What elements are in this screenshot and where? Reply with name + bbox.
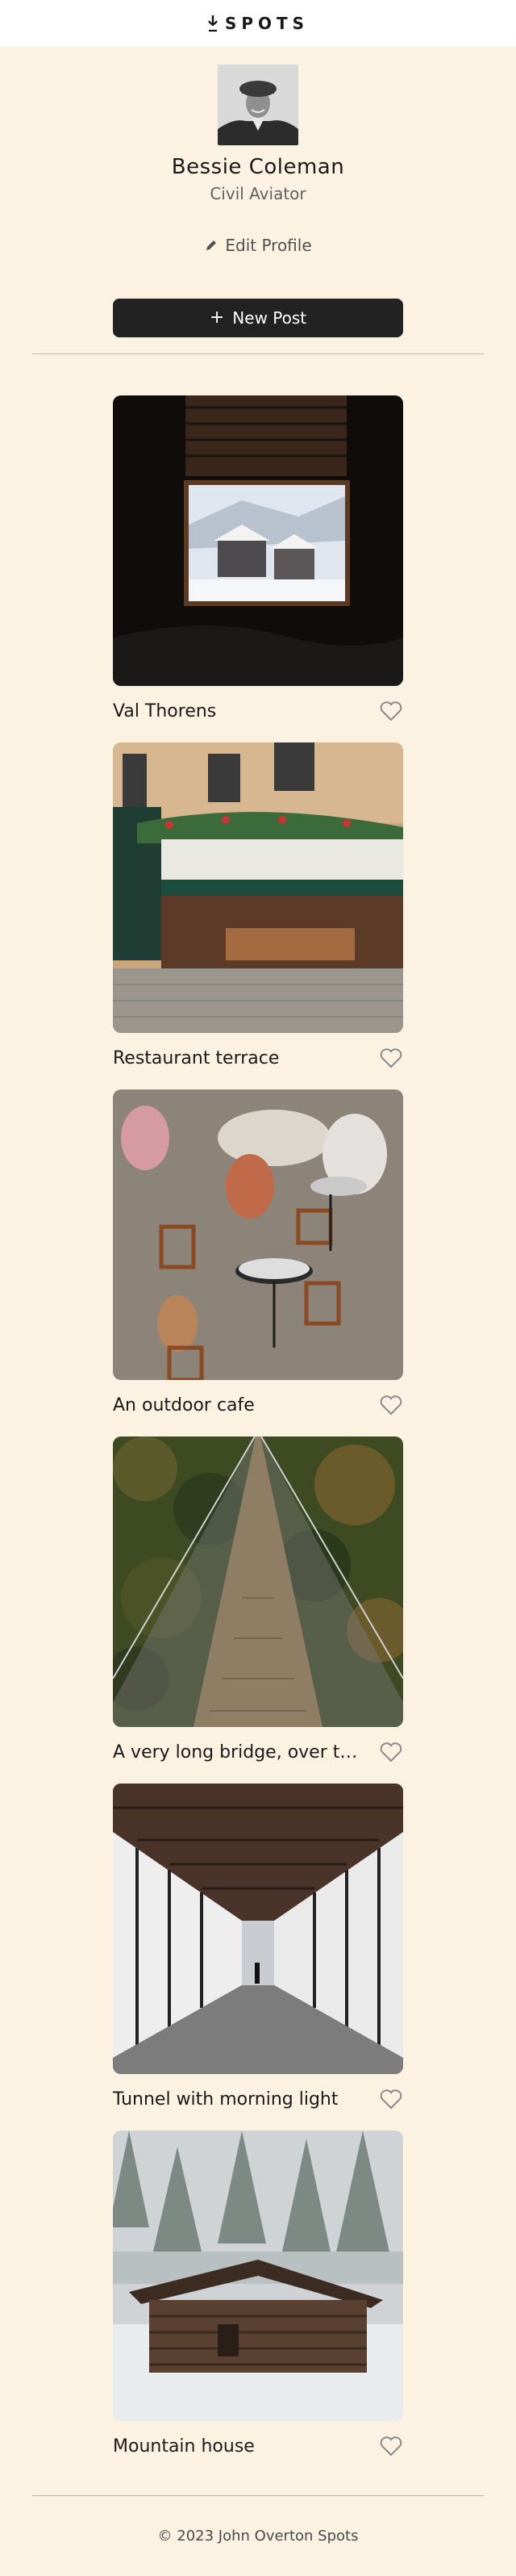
card: Mountain house <box>113 2131 403 2458</box>
heart-icon <box>380 2089 402 2110</box>
card-image[interactable] <box>113 395 403 686</box>
card-title: Mountain house <box>113 2436 255 2457</box>
card-footer: A very long bridge, over the forest and … <box>113 1740 403 1764</box>
card: Restaurant terrace <box>113 742 403 1070</box>
new-post-button[interactable]: + New Post <box>113 299 403 337</box>
card-title: An outdoor cafe <box>113 1395 255 1416</box>
card-image[interactable] <box>113 1784 403 2074</box>
card: Val Thorens <box>113 395 403 723</box>
profile-section: Bessie Coleman Civil Aviator Edit Profil… <box>0 65 516 255</box>
card-footer: Tunnel with morning light <box>113 2087 403 2111</box>
like-button[interactable] <box>379 700 403 722</box>
pencil-icon <box>206 240 217 250</box>
like-button[interactable] <box>379 1047 403 1069</box>
profile-role: Civil Aviator <box>210 184 306 203</box>
edit-profile-label: Edit Profile <box>225 236 312 255</box>
card-footer: Val Thorens <box>113 699 403 723</box>
card: Tunnel with morning light <box>113 1784 403 2111</box>
card: A very long bridge, over the forest and … <box>113 1436 403 1764</box>
heart-icon <box>380 1048 402 1068</box>
heart-icon <box>380 701 402 721</box>
card-title: Restaurant terrace <box>113 1048 280 1068</box>
card: An outdoor cafe <box>113 1089 403 1417</box>
card-image[interactable] <box>113 742 403 1033</box>
logo[interactable]: SPOTS <box>207 14 309 33</box>
card-image[interactable] <box>113 2131 403 2421</box>
divider <box>32 353 484 354</box>
like-button[interactable] <box>379 2435 403 2457</box>
plus-icon: + <box>209 307 225 328</box>
like-button[interactable] <box>379 2088 403 2110</box>
card-image[interactable] <box>113 1436 403 1727</box>
map-pin-icon <box>208 15 218 32</box>
logo-text: SPOTS <box>224 14 310 33</box>
edit-profile-button[interactable]: Edit Profile <box>204 236 312 255</box>
heart-icon <box>380 1742 402 1763</box>
card-title: Val Thorens <box>113 700 217 721</box>
card-title: A very long bridge, over the forest and … <box>113 1742 363 1763</box>
card-footer: Restaurant terrace <box>113 1046 403 1070</box>
like-button[interactable] <box>379 1394 403 1416</box>
top-bar: SPOTS <box>0 0 516 47</box>
heart-icon <box>380 1395 402 1416</box>
card-footer: Mountain house <box>113 2434 403 2458</box>
footer-divider <box>32 2495 484 2496</box>
new-post-label: New Post <box>232 308 307 328</box>
card-image[interactable] <box>113 1089 403 1380</box>
card-title: Tunnel with morning light <box>113 2089 339 2110</box>
avatar <box>218 65 298 145</box>
heart-icon <box>380 2436 402 2457</box>
like-button[interactable] <box>379 1741 403 1763</box>
footer-copyright: © 2023 John Overton Spots <box>157 2528 359 2545</box>
card-footer: An outdoor cafe <box>113 1393 403 1417</box>
profile-name: Bessie Coleman <box>171 155 345 179</box>
